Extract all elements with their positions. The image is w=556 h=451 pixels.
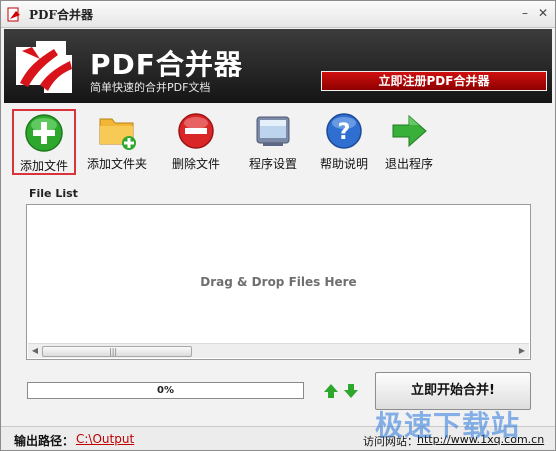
- add-folder-button[interactable]: 添加文件夹: [84, 109, 150, 175]
- status-bar: 输出路径： C:\Output 访问网站： http://www.1xq.com…: [1, 426, 555, 450]
- title-bar: PDF合并器 – ✕: [1, 1, 555, 28]
- add-folder-label: 添加文件夹: [86, 157, 147, 171]
- add-folder-icon: [99, 118, 136, 150]
- scrollbar-thumb[interactable]: |||: [42, 346, 192, 357]
- drop-hint: Drag & Drop Files Here: [200, 275, 357, 289]
- register-button[interactable]: 立即注册PDF合并器: [321, 71, 547, 91]
- app-header: PDF合并器 简单快速的合并PDF文档 立即注册PDF合并器: [4, 29, 552, 103]
- exit-label: 退出程序: [384, 157, 433, 171]
- pdf-logo-icon: [16, 41, 72, 93]
- window-title: PDF合并器: [29, 8, 93, 22]
- help-label: 帮助说明: [319, 157, 368, 171]
- settings-button[interactable]: 程序设置: [242, 109, 304, 175]
- settings-icon: [256, 116, 290, 146]
- settings-label: 程序设置: [248, 157, 297, 171]
- close-button[interactable]: ✕: [535, 5, 551, 21]
- delete-file-button[interactable]: 删除文件: [166, 109, 226, 175]
- output-path-label: 输出路径：: [14, 434, 75, 448]
- progress-text: 0%: [157, 385, 174, 396]
- move-down-icon[interactable]: [343, 383, 359, 399]
- output-path-link[interactable]: C:\Output: [76, 432, 134, 446]
- pdf-app-icon: [7, 7, 20, 22]
- website-link[interactable]: http://www.1xq.com.cn: [417, 433, 544, 446]
- file-list[interactable]: Drag & Drop Files Here ◀ ||| ▶: [26, 204, 531, 360]
- scroll-grip: |||: [109, 347, 118, 356]
- add-file-label: 添加文件: [19, 159, 68, 173]
- app-window: PDF合并器 – ✕ PDF合并器 简单快速的合并PDF文档 立即注册PDF合并…: [0, 0, 556, 451]
- website-label: 访问网站：: [363, 435, 418, 448]
- toolbar: 添加文件 添加文件夹 删除文件 程序设置 ? 帮助说明 退出程序: [4, 105, 552, 181]
- scroll-right-icon[interactable]: ▶: [515, 344, 529, 358]
- brand-subtitle: 简单快速的合并PDF文档: [90, 81, 211, 94]
- horizontal-scrollbar[interactable]: ◀ ||| ▶: [28, 343, 529, 358]
- file-list-label: File List: [29, 187, 78, 200]
- delete-icon: [178, 113, 214, 149]
- exit-button[interactable]: 退出程序: [380, 109, 438, 175]
- delete-file-label: 删除文件: [171, 157, 220, 171]
- progress-bar: 0%: [27, 382, 304, 399]
- exit-icon: [392, 114, 427, 148]
- svg-text:?: ?: [338, 120, 351, 145]
- add-icon: [25, 114, 63, 152]
- minimize-button[interactable]: –: [517, 5, 533, 21]
- help-icon: ?: [326, 113, 362, 149]
- add-file-button[interactable]: 添加文件: [12, 109, 76, 175]
- help-button[interactable]: ? 帮助说明: [316, 109, 372, 175]
- move-up-icon[interactable]: [323, 383, 339, 399]
- scroll-left-icon[interactable]: ◀: [28, 344, 42, 358]
- brand-title: PDF合并器: [90, 48, 243, 81]
- start-merge-button[interactable]: 立即开始合并!: [375, 372, 531, 410]
